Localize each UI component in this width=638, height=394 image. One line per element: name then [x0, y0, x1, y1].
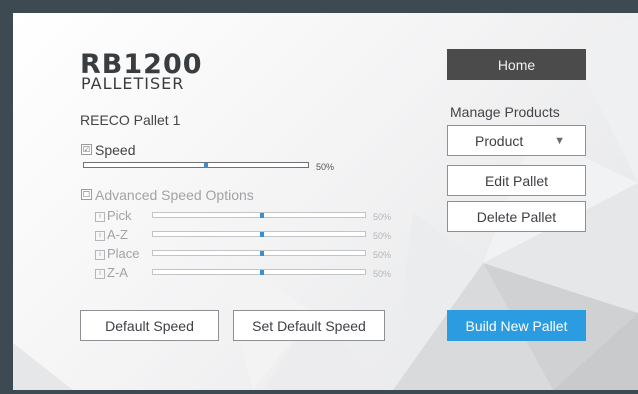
chevron-down-icon: ▼ — [554, 134, 565, 147]
info-icon[interactable]: i — [95, 268, 105, 279]
az-label-text: A-Z — [107, 227, 128, 242]
info-icon[interactable]: i — [95, 249, 105, 260]
za-slider[interactable] — [152, 269, 366, 275]
pick-value: 50% — [373, 212, 392, 222]
place-value: 50% — [373, 250, 392, 260]
home-button[interactable]: Home — [447, 49, 586, 80]
main-panel: RB1200 PALLETISER REECO Pallet 1 ☑ Speed… — [13, 13, 638, 390]
logo-subtitle: PALLETISER — [81, 74, 185, 93]
info-icon[interactable]: i — [95, 230, 105, 241]
set-default-speed-button[interactable]: Set Default Speed — [233, 310, 385, 341]
speed-checkbox[interactable]: ☑ — [81, 144, 92, 155]
product-select-label: Product — [475, 132, 524, 149]
za-value: 50% — [373, 269, 392, 279]
product-select[interactable]: Product ▼ — [447, 125, 586, 156]
pick-slider[interactable] — [152, 212, 366, 218]
advanced-checkbox[interactable]: ☐ — [81, 189, 92, 200]
build-new-pallet-button[interactable]: Build New Pallet — [447, 310, 586, 341]
place-label: i Place — [95, 247, 140, 260]
speed-slider-knob[interactable] — [204, 163, 208, 168]
speed-label: Speed — [95, 142, 136, 158]
default-speed-button[interactable]: Default Speed — [80, 310, 219, 341]
advanced-label: Advanced Speed Options — [95, 187, 254, 203]
az-slider-knob[interactable] — [260, 232, 264, 237]
za-label-text: Z-A — [107, 265, 128, 280]
edit-pallet-button[interactable]: Edit Pallet — [447, 165, 586, 196]
za-label: i Z-A — [95, 266, 128, 279]
window-frame: RB1200 PALLETISER REECO Pallet 1 ☑ Speed… — [0, 0, 638, 394]
manage-products-heading: Manage Products — [450, 104, 560, 120]
place-label-text: Place — [107, 246, 140, 261]
place-slider-knob[interactable] — [260, 251, 264, 256]
az-slider[interactable] — [152, 231, 366, 237]
info-icon[interactable]: i — [95, 211, 105, 222]
pick-slider-knob[interactable] — [260, 213, 264, 218]
pick-label-text: Pick — [107, 208, 132, 223]
az-value: 50% — [373, 231, 392, 241]
pick-label: i Pick — [95, 209, 132, 222]
pallet-name: REECO Pallet 1 — [80, 112, 181, 128]
speed-slider[interactable] — [83, 162, 309, 168]
speed-value: 50% — [316, 162, 335, 172]
az-label: i A-Z — [95, 228, 128, 241]
za-slider-knob[interactable] — [260, 270, 264, 275]
delete-pallet-button[interactable]: Delete Pallet — [447, 201, 586, 232]
place-slider[interactable] — [152, 250, 366, 256]
